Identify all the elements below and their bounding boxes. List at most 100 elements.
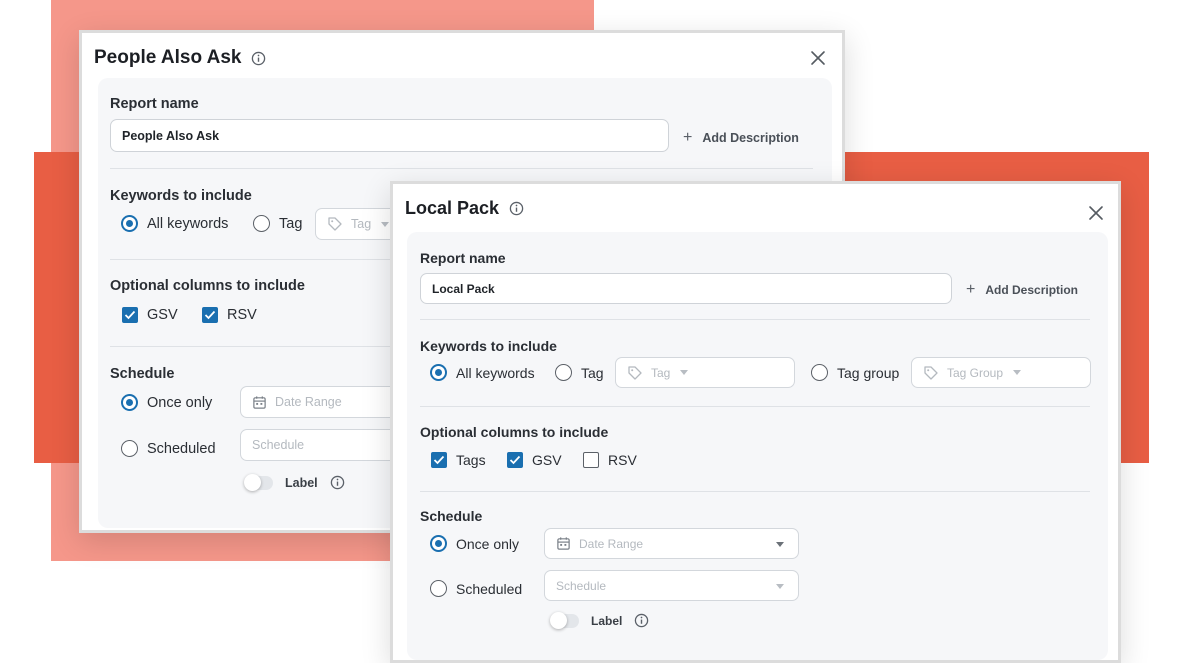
- info-icon[interactable]: [634, 613, 649, 628]
- add-description-button[interactable]: + Add Description: [966, 281, 1078, 299]
- tag-icon: [628, 365, 642, 380]
- caret-down-icon: [776, 541, 784, 547]
- schedule-label: Schedule: [420, 508, 483, 524]
- once-only-radio[interactable]: Once only: [430, 535, 519, 552]
- modal-header: People Also Ask: [94, 47, 266, 69]
- gsv-checkbox[interactable]: GSV: [122, 307, 178, 323]
- rsv-checkbox[interactable]: RSV: [202, 307, 257, 323]
- check-icon: [509, 455, 521, 465]
- toggle-label: Label: [591, 613, 623, 628]
- date-range-select[interactable]: Date Range: [544, 528, 799, 559]
- calendar-icon: [557, 537, 570, 550]
- tag-label: Tag: [581, 364, 604, 381]
- once-only-radio[interactable]: Once only: [121, 394, 212, 411]
- scheduled-label: Scheduled: [456, 580, 523, 597]
- tags-checkbox[interactable]: Tags: [431, 452, 486, 468]
- all-keywords-radio[interactable]: All keywords: [121, 215, 228, 232]
- info-icon[interactable]: [251, 51, 266, 66]
- add-description-button[interactable]: + Add Description: [683, 129, 799, 147]
- report-name-input[interactable]: [110, 119, 669, 152]
- report-name-label: Report name: [420, 250, 506, 266]
- tag-group-label: Tag group: [837, 364, 900, 381]
- tag-group-select[interactable]: Tag Group: [911, 357, 1091, 388]
- once-only-label: Once only: [456, 535, 520, 552]
- checkbox-checked[interactable]: [431, 452, 447, 468]
- radio-unselected[interactable]: [121, 440, 138, 457]
- gsv-label: GSV: [532, 452, 562, 468]
- close-icon[interactable]: [1087, 204, 1105, 222]
- checkbox-checked[interactable]: [202, 307, 218, 323]
- local-pack-modal: Local Pack Report name + Add Description…: [390, 181, 1121, 663]
- info-icon[interactable]: [330, 475, 345, 490]
- scheduled-radio[interactable]: Scheduled: [121, 440, 216, 457]
- date-range-placeholder: Date Range: [275, 395, 342, 409]
- label-toggle[interactable]: [550, 611, 579, 629]
- caret-down-icon: [680, 370, 689, 375]
- label-toggle-row: Label: [550, 611, 649, 629]
- tag-icon: [328, 217, 342, 231]
- check-icon: [433, 455, 445, 465]
- tag-group-radio[interactable]: Tag group: [811, 364, 899, 381]
- scheduled-radio[interactable]: Scheduled: [430, 580, 522, 597]
- tag-radio[interactable]: Tag: [253, 215, 302, 232]
- modal-title: Local Pack: [405, 198, 500, 218]
- all-keywords-label: All keywords: [456, 364, 535, 381]
- radio-unselected[interactable]: [811, 364, 828, 381]
- schedule-placeholder: Schedule: [556, 578, 607, 593]
- radio-unselected[interactable]: [555, 364, 572, 381]
- radio-unselected[interactable]: [253, 215, 270, 232]
- calendar-icon: [253, 395, 266, 409]
- add-description-label: Add Description: [702, 131, 799, 145]
- tag-select[interactable]: Tag: [615, 357, 795, 388]
- checkbox-checked[interactable]: [122, 307, 138, 323]
- caret-down-icon: [1013, 370, 1022, 375]
- radio-selected[interactable]: [121, 215, 138, 232]
- divider: [110, 168, 813, 169]
- tag-radio[interactable]: Tag: [555, 364, 604, 381]
- keywords-label: Keywords to include: [110, 188, 252, 204]
- schedule-placeholder: Schedule: [252, 438, 305, 452]
- rsv-checkbox[interactable]: RSV: [583, 452, 637, 468]
- gsv-label: GSV: [147, 307, 178, 323]
- info-icon[interactable]: [509, 201, 524, 216]
- check-icon: [124, 310, 136, 320]
- rsv-label: RSV: [227, 307, 257, 323]
- divider: [420, 491, 1090, 492]
- label-toggle-row: Label: [244, 473, 345, 491]
- scheduled-label: Scheduled: [147, 440, 216, 457]
- radio-selected[interactable]: [430, 364, 447, 381]
- all-keywords-label: All keywords: [147, 215, 229, 232]
- report-name-label: Report name: [110, 96, 199, 112]
- label-toggle[interactable]: [244, 473, 273, 491]
- modal-title: People Also Ask: [94, 47, 242, 68]
- divider: [420, 406, 1090, 407]
- once-only-label: Once only: [147, 394, 213, 411]
- caret-down-icon: [776, 583, 784, 589]
- schedule-select[interactable]: Schedule: [544, 570, 799, 601]
- checkbox-checked[interactable]: [507, 452, 523, 468]
- rsv-label: RSV: [608, 452, 637, 468]
- plus-icon: +: [966, 281, 976, 298]
- report-name-input[interactable]: [420, 273, 952, 304]
- tag-icon: [924, 365, 938, 380]
- tag-placeholder: Tag: [651, 365, 671, 380]
- schedule-label: Schedule: [110, 366, 175, 382]
- all-keywords-radio[interactable]: All keywords: [430, 364, 535, 381]
- gsv-checkbox[interactable]: GSV: [507, 452, 562, 468]
- tag-group-placeholder: Tag Group: [947, 365, 1004, 380]
- optional-columns-label: Optional columns to include: [110, 278, 305, 294]
- radio-selected[interactable]: [430, 535, 447, 552]
- optional-columns-label: Optional columns to include: [420, 424, 609, 440]
- radio-unselected[interactable]: [430, 580, 447, 597]
- checkbox-unchecked[interactable]: [583, 452, 599, 468]
- modal-header: Local Pack: [405, 198, 524, 219]
- radio-selected[interactable]: [121, 394, 138, 411]
- divider: [420, 319, 1090, 320]
- date-range-placeholder: Date Range: [579, 536, 644, 551]
- tag-placeholder: Tag: [351, 217, 372, 231]
- check-icon: [204, 310, 216, 320]
- close-icon[interactable]: [809, 49, 827, 67]
- toggle-label: Label: [285, 475, 318, 490]
- keywords-label: Keywords to include: [420, 338, 557, 354]
- add-description-label: Add Description: [985, 283, 1079, 297]
